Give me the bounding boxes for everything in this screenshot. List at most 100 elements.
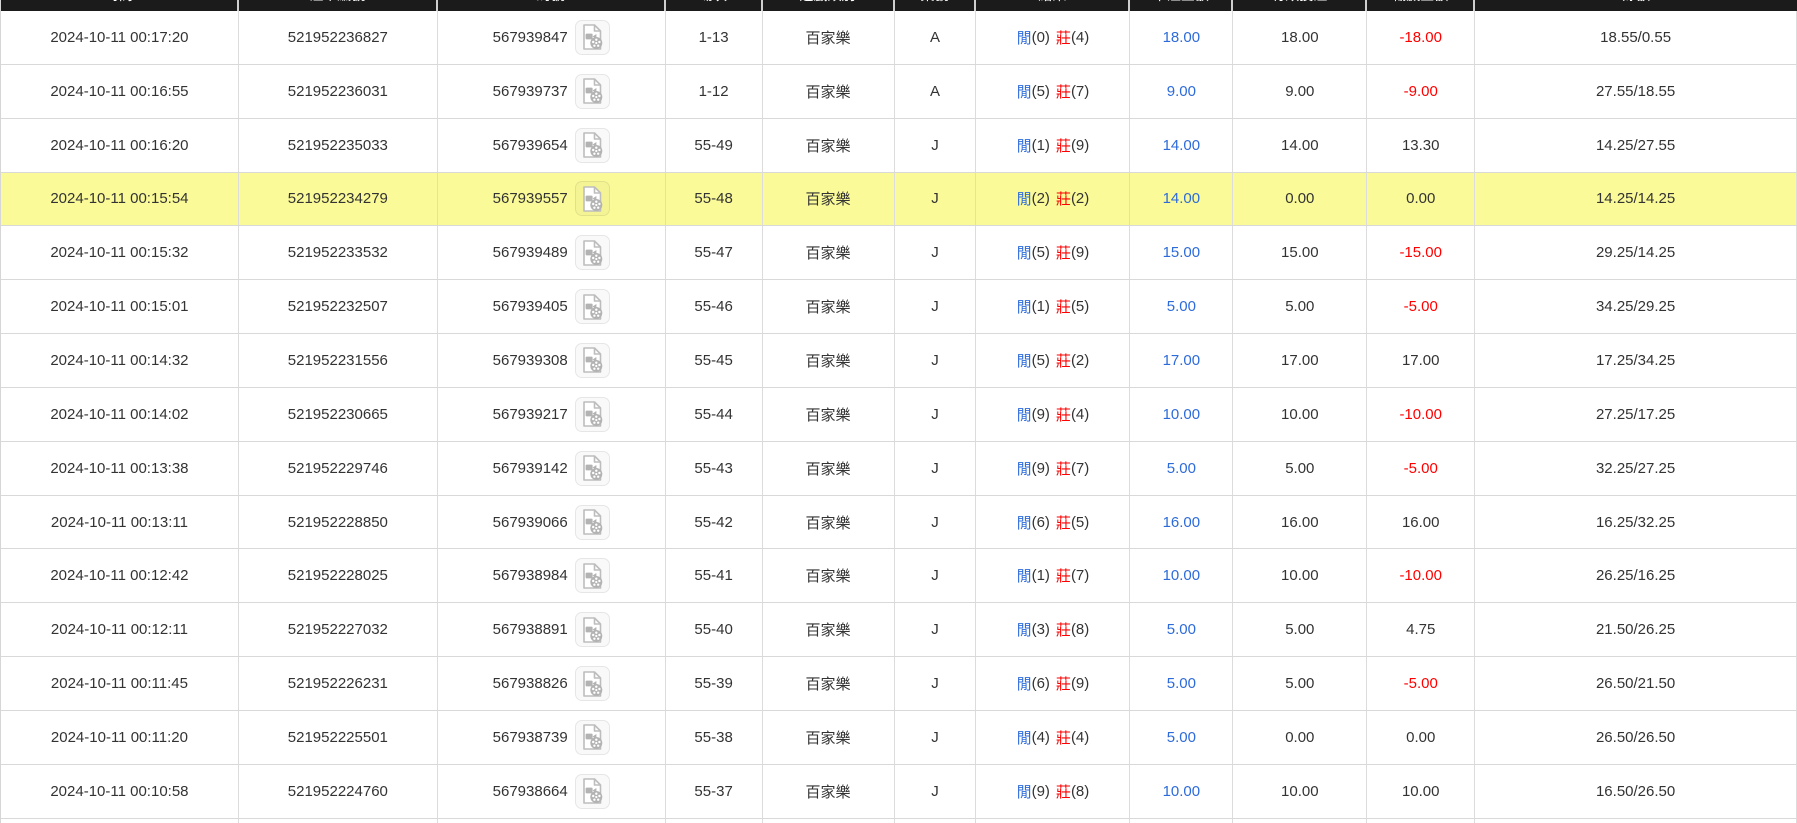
video-replay-button[interactable] xyxy=(574,19,610,55)
video-replay-button[interactable] xyxy=(574,342,610,378)
cell-session: 55-40 xyxy=(666,603,763,657)
cell-bet-number: 521952235033 xyxy=(239,118,438,172)
banker-points: (9) xyxy=(1070,244,1090,262)
banker-label: 莊 xyxy=(1055,191,1071,209)
table-row[interactable]: 2024-10-11 00:14:32 521952231556 5679393… xyxy=(1,334,1797,388)
video-replay-button[interactable] xyxy=(574,235,610,271)
cell-valid-bet: 0.00 xyxy=(1233,710,1368,764)
bet-amount-link[interactable]: 16.00 xyxy=(1163,514,1201,531)
banker-label: 莊 xyxy=(1055,245,1071,263)
cell-balance: 21.50/26.25 xyxy=(1475,603,1797,657)
bet-amount-link[interactable]: 10.00 xyxy=(1163,567,1201,584)
bet-amount-link[interactable]: 5.00 xyxy=(1167,460,1196,477)
video-file-icon xyxy=(583,239,603,266)
cell-round-number: 567939557 xyxy=(438,172,666,226)
player-label: 閒 xyxy=(1016,83,1032,101)
cell-game-type: 百家樂 xyxy=(763,764,895,818)
cell-bet-amount: 5.00 xyxy=(1130,280,1234,334)
table-row[interactable]: 2024-10-11 00:11:20 521952225501 5679387… xyxy=(1,710,1797,765)
cell-table-code: J xyxy=(895,495,977,549)
cell-result: 閒 (2) 莊 (2) xyxy=(976,172,1131,226)
col-header-bet-number: 注單編號 xyxy=(238,0,438,11)
round-number-text: 567939066 xyxy=(492,513,568,531)
table-row[interactable]: 2024-10-11 00:15:01 521952232507 5679394… xyxy=(1,280,1797,335)
cell-valid-bet: 18.00 xyxy=(1233,11,1368,64)
bet-amount-link[interactable]: 5.00 xyxy=(1167,621,1196,638)
table-row[interactable]: 2024-10-11 00:15:32 521952233532 5679394… xyxy=(1,226,1797,281)
table-body: 2024-10-11 00:17:20 521952236827 5679398… xyxy=(1,11,1797,819)
cell-valid-bet: 0.00 xyxy=(1233,172,1368,226)
cell-time: 2024-10-11 00:15:54 xyxy=(1,172,239,226)
bet-amount-link[interactable]: 17.00 xyxy=(1163,352,1201,369)
bet-amount-link[interactable]: 5.00 xyxy=(1167,729,1196,746)
video-replay-button[interactable] xyxy=(574,666,610,702)
table-row[interactable]: 2024-10-11 00:10:58 521952224760 5679386… xyxy=(1,764,1797,819)
bet-amount-link[interactable]: 14.00 xyxy=(1163,190,1201,207)
banker-label: 莊 xyxy=(1055,729,1071,747)
video-replay-button[interactable] xyxy=(574,127,610,163)
cell-bet-number: 521952234279 xyxy=(239,172,438,226)
bet-amount-link[interactable]: 5.00 xyxy=(1167,675,1196,692)
round-number-text: 567939847 xyxy=(492,28,568,46)
table-row[interactable]: 2024-10-11 00:16:20 521952235033 5679396… xyxy=(1,118,1797,173)
table-row[interactable]: 2024-10-11 00:13:11 521952228850 5679390… xyxy=(1,495,1797,550)
cell-balance: 27.25/17.25 xyxy=(1475,387,1797,441)
cell-game-type: 百家樂 xyxy=(763,387,895,441)
video-replay-button[interactable] xyxy=(574,450,610,486)
video-replay-button[interactable] xyxy=(574,181,610,217)
table-row[interactable]: 2024-10-11 00:11:45 521952226231 5679388… xyxy=(1,657,1797,711)
cell-table-code: J xyxy=(895,710,977,764)
cell-bet-number: 521952232507 xyxy=(239,280,438,334)
cell-valid-bet: 10.00 xyxy=(1233,549,1368,603)
cell-valid-bet: 5.00 xyxy=(1233,441,1368,495)
player-label: 閒 xyxy=(1016,514,1032,532)
video-replay-button[interactable] xyxy=(574,773,610,809)
video-replay-button[interactable] xyxy=(574,73,610,109)
video-replay-button[interactable] xyxy=(574,396,610,432)
player-label: 閒 xyxy=(1016,783,1032,801)
table-row[interactable]: 2024-10-11 00:12:42 521952228025 5679389… xyxy=(1,549,1797,604)
table-row[interactable]: 2024-10-11 00:12:11 521952227032 5679388… xyxy=(1,603,1797,658)
bet-amount-link[interactable]: 14.00 xyxy=(1163,137,1201,154)
bet-amount-link[interactable]: 10.00 xyxy=(1163,406,1201,423)
player-label: 閒 xyxy=(1016,29,1032,47)
cell-win-loss: 16.00 xyxy=(1367,495,1476,549)
banker-points: (9) xyxy=(1070,675,1090,693)
cell-round-number: 567938891 xyxy=(438,603,666,657)
player-points: (4) xyxy=(1031,728,1050,746)
video-replay-button[interactable] xyxy=(574,612,610,648)
bet-amount-link[interactable]: 10.00 xyxy=(1163,783,1201,800)
bet-amount-link[interactable]: 15.00 xyxy=(1163,244,1201,261)
player-label: 閒 xyxy=(1016,245,1032,263)
cell-bet-number: 521952236031 xyxy=(239,64,438,118)
col-header-bet-amount: 下注金額 xyxy=(1130,0,1234,11)
cell-table-code: J xyxy=(895,764,977,818)
player-points: (5) xyxy=(1031,351,1050,369)
cell-table-code: J xyxy=(895,226,977,280)
col-header-table-code: 桌號 xyxy=(894,0,977,11)
banker-label: 莊 xyxy=(1055,460,1071,478)
cell-game-type: 百家樂 xyxy=(763,710,895,764)
cell-valid-bet: 17.00 xyxy=(1233,334,1368,387)
bet-amount-link[interactable]: 18.00 xyxy=(1163,29,1201,46)
video-replay-button[interactable] xyxy=(574,558,610,594)
video-replay-button[interactable] xyxy=(574,719,610,755)
video-replay-button[interactable] xyxy=(574,504,610,540)
cell-time: 2024-10-11 00:15:32 xyxy=(1,226,239,280)
table-row[interactable]: 2024-10-11 00:13:38 521952229746 5679391… xyxy=(1,441,1797,496)
bet-amount-link[interactable]: 9.00 xyxy=(1167,83,1196,100)
cell-round-number: 567939489 xyxy=(438,226,666,280)
cell-win-loss: 17.00 xyxy=(1367,334,1476,387)
table-row[interactable]: 2024-10-11 00:15:54 521952234279 5679395… xyxy=(1,172,1797,227)
table-row[interactable]: 2024-10-11 00:14:02 521952230665 5679392… xyxy=(1,387,1797,442)
bet-amount-link[interactable]: 5.00 xyxy=(1167,298,1196,315)
cell-win-loss: -10.00 xyxy=(1367,549,1476,603)
table-row[interactable]: 2024-10-11 00:17:20 521952236827 5679398… xyxy=(1,11,1797,65)
table-row[interactable]: 2024-10-11 00:16:55 521952236031 5679397… xyxy=(1,64,1797,119)
video-replay-button[interactable] xyxy=(574,289,610,325)
video-file-icon xyxy=(583,616,603,643)
cell-time: 2024-10-11 00:16:55 xyxy=(1,64,239,118)
video-file-icon xyxy=(583,78,603,105)
banker-label: 莊 xyxy=(1055,299,1071,317)
col-header-time: 時間 xyxy=(1,0,239,11)
